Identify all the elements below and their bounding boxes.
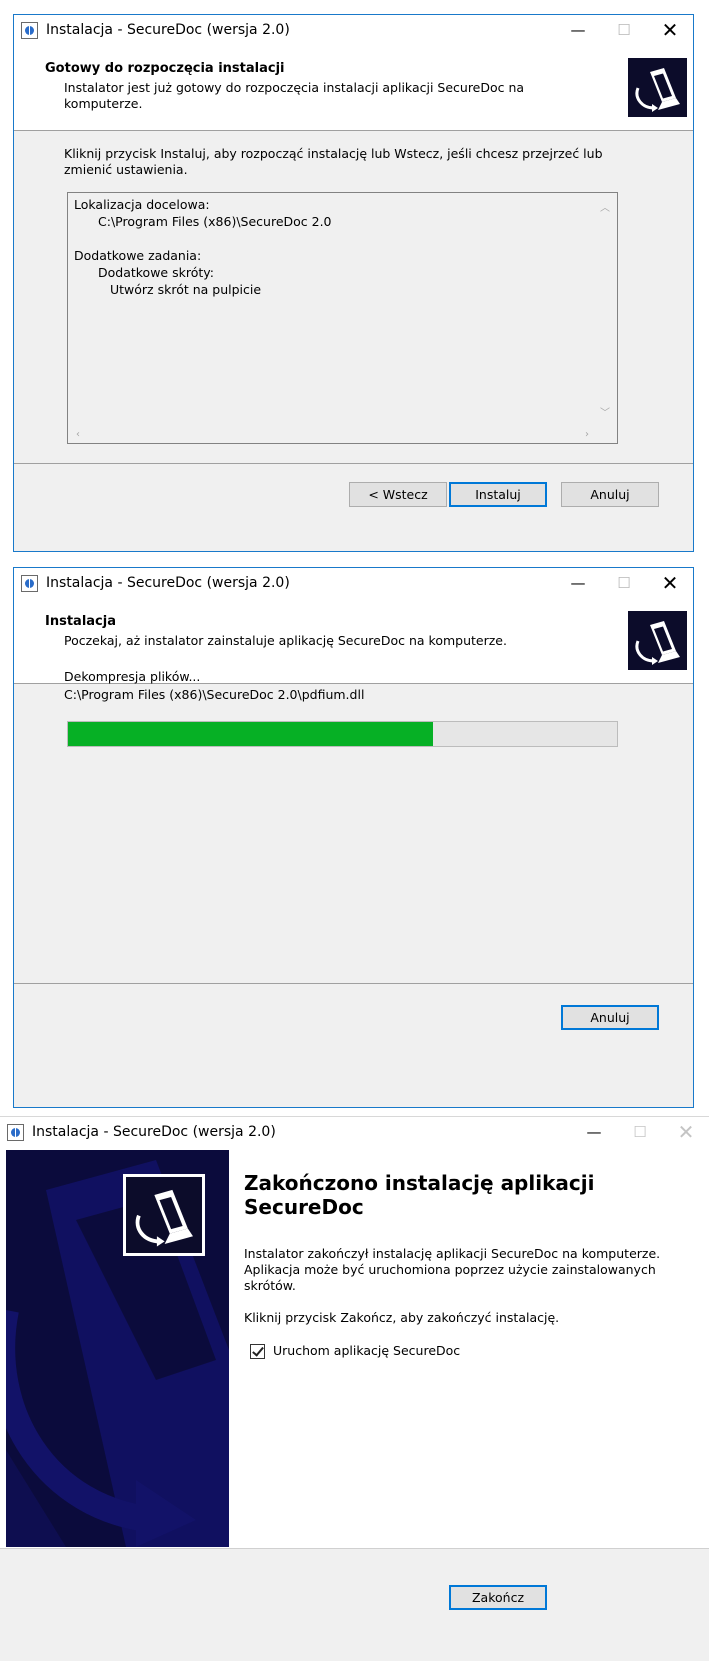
minimize-button[interactable]: — — [555, 15, 601, 47]
title-bar[interactable]: Instalacja - SecureDoc (wersja 2.0) — ☐ … — [14, 15, 693, 47]
instructions-text: Kliknij przycisk Instaluj, aby rozpocząć… — [64, 146, 603, 177]
installer-window-installing: Instalacja - SecureDoc (wersja 2.0) — ☐ … — [13, 567, 694, 1108]
securedoc-logo-icon — [628, 611, 687, 670]
page-title: Gotowy do rozpoczęcia instalacji — [45, 61, 285, 76]
installer-window-ready: Instalacja - SecureDoc (wersja 2.0) — ☐ … — [13, 14, 694, 552]
shortcuts-label: Dodatkowe skróty: — [98, 265, 214, 280]
scroll-left-arrow-icon[interactable]: ‹ — [76, 429, 80, 440]
install-progress-bar — [67, 721, 618, 747]
footer-divider — [0, 1548, 709, 1549]
window-title: Instalacja - SecureDoc (wersja 2.0) — [46, 22, 290, 38]
current-file-path: C:\Program Files (x86)\SecureDoc 2.0\pdf… — [64, 687, 365, 702]
maximize-button: ☐ — [633, 1123, 647, 1141]
finish-instructions: Kliknij przycisk Zakończ, aby zakończyć … — [244, 1310, 560, 1325]
page-subtitle: Poczekaj, aż instalator zainstaluje apli… — [64, 633, 507, 648]
scroll-down-arrow-icon[interactable]: ﹀ — [600, 404, 610, 419]
finish-description: Instalator zakończył instalację aplikacj… — [244, 1246, 661, 1293]
wizard-side-panel — [6, 1150, 229, 1547]
maximize-button[interactable]: ☐ — [601, 568, 647, 600]
footer-divider — [14, 463, 693, 464]
footer-divider — [14, 983, 693, 984]
launch-app-checkbox[interactable] — [250, 1344, 265, 1359]
installer-window-finished: Instalacja - SecureDoc (wersja 2.0) — ☐ … — [0, 1116, 709, 1661]
scroll-up-arrow-icon[interactable]: ︿ — [600, 199, 610, 214]
cancel-button[interactable]: Anuluj — [561, 1005, 659, 1030]
tasks-label: Dodatkowe zadania: — [74, 248, 202, 263]
setup-app-icon[interactable] — [21, 575, 38, 592]
status-text: Dekompresja plików... — [64, 669, 201, 684]
install-button[interactable]: Instaluj — [449, 482, 547, 507]
minimize-button[interactable]: — — [555, 568, 601, 600]
ready-memo[interactable]: Lokalizacja docelowa: C:\Program Files (… — [67, 192, 618, 444]
dest-value: C:\Program Files (x86)\SecureDoc 2.0 — [98, 214, 332, 229]
securedoc-logo-icon — [628, 58, 687, 117]
launch-app-label[interactable]: Uruchom aplikację SecureDoc — [273, 1343, 460, 1358]
close-button: ✕ — [677, 1120, 695, 1144]
back-button[interactable]: < Wstecz — [349, 482, 447, 507]
window-title: Instalacja - SecureDoc (wersja 2.0) — [32, 1124, 276, 1140]
page-title: Instalacja — [45, 614, 116, 629]
close-button[interactable]: ✕ — [647, 568, 693, 600]
finish-button[interactable]: Zakończ — [449, 1585, 547, 1610]
setup-app-icon[interactable] — [21, 22, 38, 39]
wizard-header: Gotowy do rozpoczęcia instalacji Instala… — [14, 47, 693, 131]
page-subtitle: Instalator jest już gotowy do rozpoczęci… — [64, 80, 525, 111]
title-bar[interactable]: Instalacja - SecureDoc (wersja 2.0) — ☐ … — [0, 1117, 709, 1149]
title-bar[interactable]: Instalacja - SecureDoc (wersja 2.0) — ☐ … — [14, 568, 693, 600]
securedoc-logo-icon — [123, 1174, 205, 1256]
setup-app-icon[interactable] — [7, 1124, 24, 1141]
desktop-shortcut-task: Utwórz skrót na pulpicie — [110, 282, 262, 297]
page-title: Zakończono instalację aplikacji SecureDo… — [244, 1171, 595, 1219]
cancel-button[interactable]: Anuluj — [561, 482, 659, 507]
window-title: Instalacja - SecureDoc (wersja 2.0) — [46, 575, 290, 591]
minimize-button[interactable]: — — [571, 1117, 617, 1149]
close-button[interactable]: ✕ — [647, 15, 693, 47]
dest-label: Lokalizacja docelowa: — [74, 197, 210, 212]
progress-fill — [68, 722, 434, 746]
scroll-right-arrow-icon[interactable]: › — [585, 429, 589, 440]
maximize-button[interactable]: ☐ — [601, 15, 647, 47]
